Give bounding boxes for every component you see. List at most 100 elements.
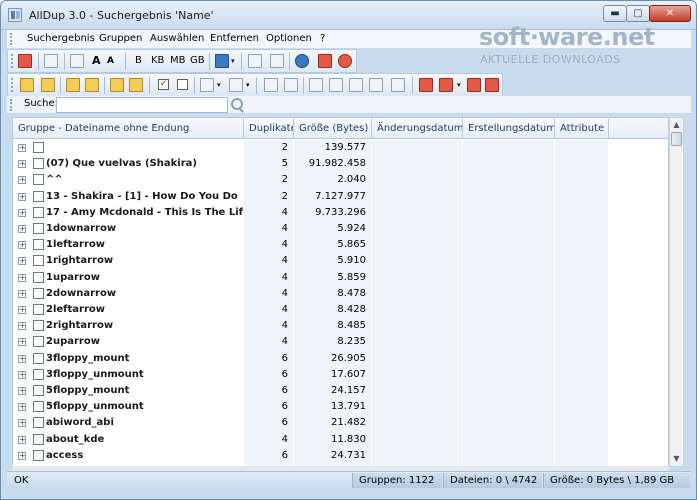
table-row[interactable]: +2uparrow 4 8.235 [13,334,668,350]
cell-duplicates: 6 [281,368,288,380]
remove3-icon[interactable] [467,78,481,92]
chevron-down-icon[interactable]: ▾ [231,57,235,65]
table-row[interactable]: +3floppy_mount 6 26.905 [13,351,668,367]
unit-mb-button[interactable]: MB [170,55,186,66]
chevron-down-icon[interactable]: ▾ [457,81,461,89]
unit-kb-button[interactable]: KB [151,55,164,66]
folder-group2-icon[interactable] [129,78,143,92]
exit-icon[interactable] [338,54,352,68]
cell-duplicates: 4 [281,336,288,348]
cell-size: 11.830 [331,433,366,445]
group-select2-icon[interactable] [284,78,298,92]
search-icon[interactable] [229,97,245,113]
table-row[interactable]: +1downarrow 4 5.924 [13,221,668,237]
table-row[interactable]: +1uparrow 4 5.859 [13,270,668,286]
collapse-icon[interactable] [70,54,84,68]
select-icon[interactable] [200,78,214,92]
properties-icon[interactable] [44,54,58,68]
folder-open-icon[interactable] [20,78,34,92]
table-row[interactable]: +5floppy_unmount 6 13.791 [13,399,668,415]
file-select2-icon[interactable] [329,78,343,92]
brand-subtitle: AKTUELLE DOWNLOADS [480,53,621,66]
column-header-modified[interactable]: Änderungsdatum [372,118,463,139]
file-select-icon[interactable] [309,78,323,92]
column-header-created[interactable]: Erstellungsdatum [463,118,555,139]
table-row[interactable]: +2downarrow 4 8.478 [13,286,668,302]
menu-auswaehlen[interactable]: Auswählen [150,33,204,44]
grip-icon[interactable] [10,33,13,45]
page-icon[interactable] [270,54,284,68]
scroll-thumb[interactable] [671,132,682,146]
uncheck-icon[interactable] [177,79,188,90]
font-smaller-icon[interactable]: A [107,56,114,66]
toolbar-separator [289,53,290,70]
maximize-button[interactable]: ▢ [626,5,650,22]
support-icon[interactable] [318,54,332,68]
cell-duplicates: 5 [281,158,288,170]
menu-optionen[interactable]: Optionen [266,33,312,44]
folder-copy-icon[interactable] [66,78,80,92]
folder-group-icon[interactable] [110,78,124,92]
remove4-icon[interactable] [485,78,499,92]
save-icon[interactable] [215,54,229,68]
remove2-icon[interactable] [439,78,453,92]
select2-icon[interactable] [229,78,243,92]
group-select-icon[interactable] [264,78,278,92]
table-header: Gruppe - Dateiname ohne Endung Duplikate… [13,118,668,139]
table-row[interactable]: +2leftarrow 4 8.428 [13,302,668,318]
grip-icon[interactable] [11,78,14,92]
menu-suchergebnis[interactable]: Suchergebnis [27,33,95,44]
toolbar-separator [209,53,210,70]
table-row[interactable]: + (07) Que vuelvas (Shakira) 5 91.982.458 [13,156,668,172]
unit-gb-button[interactable]: GB [190,55,205,66]
cell-name: abiword_abi [46,417,114,429]
grip-icon[interactable] [10,99,13,111]
table-row[interactable]: +1rightarrow 4 5.910 [13,253,668,269]
menu-gruppen[interactable]: Gruppen [99,33,142,44]
cell-name: 17 - Amy Mcdonald - This Is The Life [46,206,243,218]
cell-size: 139.577 [324,142,366,153]
vertical-scrollbar[interactable]: ▲ ▼ [669,117,684,467]
table-row[interactable]: +5floppy_mount 6 24.157 [13,383,668,399]
remove-icon[interactable] [419,78,433,92]
cell-size: 5.924 [337,223,366,234]
file-select4-icon[interactable] [369,78,383,92]
print-icon[interactable] [248,54,262,68]
font-larger-icon[interactable]: A [92,54,101,67]
minimize-button[interactable]: ▬ [603,5,627,22]
table-row[interactable]: +17 - Amy Mcdonald - This Is The Life 4 9.… [13,205,668,221]
file-select3-icon[interactable] [349,78,363,92]
chevron-down-icon[interactable]: ▾ [246,81,250,89]
menu-help[interactable]: ? [320,33,325,44]
scroll-down-icon[interactable]: ▼ [670,452,683,466]
scroll-up-icon[interactable]: ▲ [670,118,683,132]
unit-b-button[interactable]: B [135,55,142,66]
check-icon[interactable]: ✓ [158,79,169,90]
table-row[interactable]: +2rightarrow 4 8.485 [13,318,668,334]
table-row[interactable]: + abiword_abi 6 21.482 [13,415,668,431]
column-header-name[interactable]: Gruppe - Dateiname ohne Endung [13,118,244,139]
table-row[interactable]: +13 - Shakira - [1] - How Do You Do 2 7.12… [13,189,668,205]
search-input[interactable] [56,97,228,113]
table-row[interactable]: + access 6 24.731 [13,448,668,464]
menu-entfernen[interactable]: Entfernen [210,33,259,44]
close-button[interactable]: ✕ [649,5,691,22]
table-row[interactable]: +1leftarrow 4 5.865 [13,237,668,253]
tree-icon[interactable] [391,78,405,92]
grip-icon[interactable] [11,54,14,68]
chevron-down-icon[interactable]: ▾ [217,81,221,89]
folder-move-icon[interactable] [85,78,99,92]
cell-size: 5.865 [337,239,366,251]
folder-icon[interactable] [41,78,55,92]
column-header-size[interactable]: Größe (Bytes) [294,118,372,139]
cell-size: 8.428 [337,304,366,315]
delete-file-icon[interactable] [18,54,32,68]
table-row[interactable]: +3floppy_unmount 6 17.607 [13,367,668,383]
table-row[interactable]: + ^^ 2 2.040 [13,172,668,188]
table-row[interactable]: +2 139.577 [13,140,668,156]
column-header-duplicates[interactable]: Duplikate [244,118,294,139]
help-icon[interactable] [295,54,309,68]
column-header-attribute[interactable]: Attribute [555,118,609,139]
table-row[interactable]: + about_kde 4 11.830 [13,432,668,448]
cell-size: 5.910 [337,255,366,267]
